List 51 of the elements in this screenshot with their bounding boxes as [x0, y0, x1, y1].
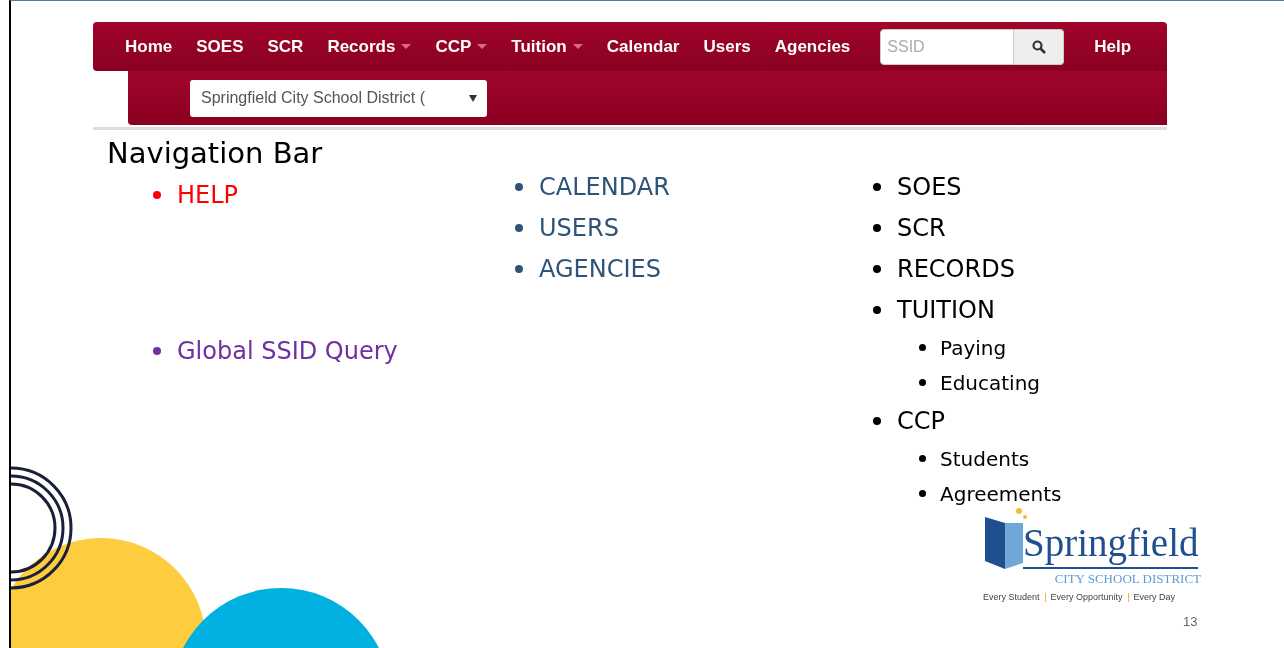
nav-link[interactable]: Tuition	[511, 36, 583, 57]
bullet-icon	[153, 346, 161, 355]
motto-text: Every Day	[1133, 592, 1176, 602]
bullet-text: AGENCIES	[539, 254, 661, 283]
nav-link[interactable]: SOES	[196, 36, 244, 57]
bullet-icon	[153, 190, 161, 199]
bullet-icon	[873, 223, 881, 232]
bullet-icon	[919, 379, 926, 386]
bullet-text: CALENDAR	[539, 172, 670, 201]
bullet-text: CCP	[897, 406, 945, 435]
bullet-text: USERS	[539, 213, 619, 242]
nav-link[interactable]: Records	[327, 36, 412, 57]
bullet-text: HELP	[177, 180, 239, 209]
bullet-icon	[919, 490, 926, 497]
logo-subtitle: CITY SCHOOL DISTRICT	[1053, 571, 1202, 587]
bullet-text: SCR	[897, 213, 946, 242]
district-dropdown[interactable]: Springfield City School District (	[190, 79, 487, 117]
bullet-text: Educating	[940, 370, 1041, 395]
bullet-text: Global SSID Query	[177, 336, 398, 365]
book-logo-icon	[983, 507, 1027, 569]
slide-title: Navigation Bar	[107, 135, 324, 171]
bullet-text: Agreements	[940, 481, 1062, 506]
bullet-icon	[873, 264, 881, 273]
bullet-text: RECORDS	[897, 254, 1015, 283]
bullet-icon	[515, 223, 523, 232]
logo-text: Springfield	[1023, 523, 1199, 569]
motto-text: Every Opportunity	[1050, 592, 1123, 602]
bullet-icon	[515, 182, 523, 191]
bullet-text: TUITION	[897, 295, 995, 324]
bullet-text: SOES	[897, 172, 962, 201]
page-number: 13	[1183, 614, 1198, 629]
search-icon	[1031, 39, 1046, 54]
nav-link[interactable]: Agencies	[774, 36, 851, 57]
motto-text: Every Student	[983, 592, 1040, 602]
search-field[interactable]: SSID	[880, 28, 1015, 65]
bullet-text: Students	[940, 446, 1030, 471]
nav-link[interactable]: CCP	[435, 36, 488, 57]
help-link[interactable]: Help	[1094, 36, 1132, 57]
search-button[interactable]	[1014, 28, 1065, 65]
nav-link[interactable]: SCR	[267, 36, 304, 57]
bullet-icon	[919, 344, 926, 351]
nav-link[interactable]: Users	[703, 36, 751, 57]
nav-link[interactable]: Home	[125, 36, 173, 57]
bullet-icon	[873, 416, 881, 425]
nav-link[interactable]: Calendar	[606, 36, 680, 57]
bullet-icon	[873, 182, 881, 191]
caret-icon	[469, 94, 477, 102]
bullet-icon	[873, 305, 881, 314]
bullet-icon	[515, 264, 523, 273]
bullet-icon	[919, 455, 926, 462]
bullet-text: Paying	[940, 335, 1007, 360]
